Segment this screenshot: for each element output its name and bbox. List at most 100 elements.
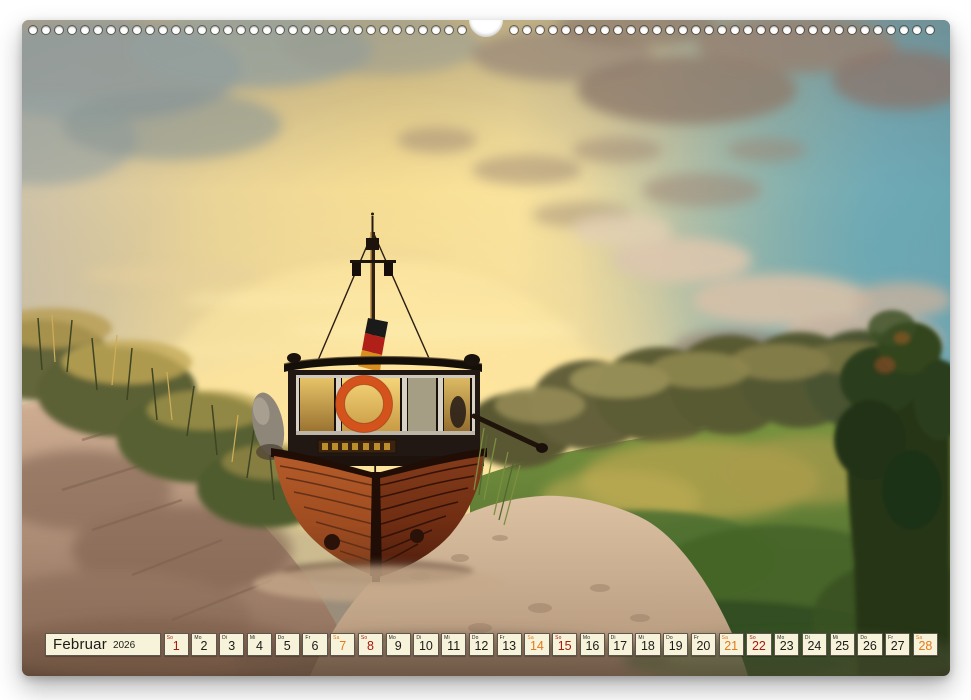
- binding-hole: [679, 26, 687, 34]
- binding-hole: [29, 26, 37, 34]
- day-cell: Sa21: [719, 633, 744, 656]
- binding-hole: [354, 26, 362, 34]
- day-cell: Mo2: [191, 633, 216, 656]
- day-cell: Fr13: [497, 633, 522, 656]
- binding-hole: [55, 26, 63, 34]
- binding-hole: [549, 26, 557, 34]
- day-number: 22: [747, 639, 770, 653]
- day-cell: Do19: [663, 633, 688, 656]
- binding-hole: [705, 26, 713, 34]
- day-number: 25: [831, 639, 854, 653]
- binding-hole: [874, 26, 882, 34]
- day-number: 16: [581, 639, 604, 653]
- binding-hole: [861, 26, 869, 34]
- day-cell: Mi11: [441, 633, 466, 656]
- month-label: Februar: [53, 636, 107, 653]
- beach-boat-photo: [22, 20, 950, 676]
- day-number: 28: [914, 639, 937, 653]
- day-cell: Do12: [469, 633, 494, 656]
- day-number: 7: [331, 639, 354, 653]
- binding-hole: [458, 26, 466, 34]
- day-cell: Mi4: [247, 633, 272, 656]
- binding-hole: [575, 26, 583, 34]
- binding-hole: [562, 26, 570, 34]
- binding-hole: [744, 26, 752, 34]
- binding-hole: [614, 26, 622, 34]
- day-cell: Di24: [802, 633, 827, 656]
- binding-hole: [692, 26, 700, 34]
- day-cell: Di3: [219, 633, 244, 656]
- day-number: 21: [720, 639, 743, 653]
- binding-hole: [848, 26, 856, 34]
- binding-hole: [770, 26, 778, 34]
- binding-hole: [913, 26, 921, 34]
- day-cell: Mo23: [774, 633, 799, 656]
- day-number: 8: [359, 639, 382, 653]
- day-number: 26: [858, 639, 881, 653]
- day-cell: So8: [358, 633, 383, 656]
- day-number: 20: [692, 639, 715, 653]
- binding-hole: [289, 26, 297, 34]
- year-label: 2026: [113, 640, 135, 651]
- day-number: 2: [192, 639, 215, 653]
- binding-hole: [796, 26, 804, 34]
- day-number: 10: [414, 639, 437, 653]
- calendar-page: Februar 2026 So1Mo2Di3Mi4Do5Fr6Sa7So8Mo9…: [22, 20, 950, 676]
- day-number: 11: [442, 639, 465, 653]
- binding-hole: [887, 26, 895, 34]
- binding-hole: [718, 26, 726, 34]
- binding-hole: [263, 26, 271, 34]
- day-cell: Sa14: [524, 633, 549, 656]
- binding-hole: [783, 26, 791, 34]
- binding-hole: [198, 26, 206, 34]
- binding-hole: [315, 26, 323, 34]
- day-cell: Sa7: [330, 633, 355, 656]
- day-cell: Do26: [857, 633, 882, 656]
- binding-hole: [328, 26, 336, 34]
- binding-hole: [510, 26, 518, 34]
- binding-hole: [237, 26, 245, 34]
- day-number: 12: [470, 639, 493, 653]
- binding-hole: [445, 26, 453, 34]
- binding-hole: [120, 26, 128, 34]
- binding-hole: [757, 26, 765, 34]
- day-number: 1: [165, 639, 188, 653]
- binding-hole: [640, 26, 648, 34]
- binding-hole: [900, 26, 908, 34]
- binding-hole: [341, 26, 349, 34]
- binding-hole: [536, 26, 544, 34]
- binding-hole: [380, 26, 388, 34]
- day-number: 5: [276, 639, 299, 653]
- binding-hole: [302, 26, 310, 34]
- binding-hole: [601, 26, 609, 34]
- day-number: 3: [220, 639, 243, 653]
- day-cell: So1: [164, 633, 189, 656]
- month-box: Februar 2026: [45, 633, 161, 656]
- binding-hole: [419, 26, 427, 34]
- day-cell: Mi18: [635, 633, 660, 656]
- binding-hole: [523, 26, 531, 34]
- day-cell: Fr27: [885, 633, 910, 656]
- binding-hole: [432, 26, 440, 34]
- binding-hole: [276, 26, 284, 34]
- day-number: 6: [303, 639, 326, 653]
- binding-hole: [393, 26, 401, 34]
- binding-hole: [731, 26, 739, 34]
- binding-hole: [185, 26, 193, 34]
- binding-hole: [172, 26, 180, 34]
- binding-hole: [159, 26, 167, 34]
- day-number: 9: [387, 639, 410, 653]
- day-cell: Do5: [275, 633, 300, 656]
- binding-hole: [250, 26, 258, 34]
- day-cell: Mo9: [386, 633, 411, 656]
- day-number: 27: [886, 639, 909, 653]
- binding-hole: [107, 26, 115, 34]
- day-number: 4: [248, 639, 271, 653]
- binding-hole: [406, 26, 414, 34]
- binding-hole: [809, 26, 817, 34]
- day-cell: Fr6: [302, 633, 327, 656]
- day-number: 24: [803, 639, 826, 653]
- binding-hole: [42, 26, 50, 34]
- day-number: 13: [498, 639, 521, 653]
- day-cell: So22: [746, 633, 771, 656]
